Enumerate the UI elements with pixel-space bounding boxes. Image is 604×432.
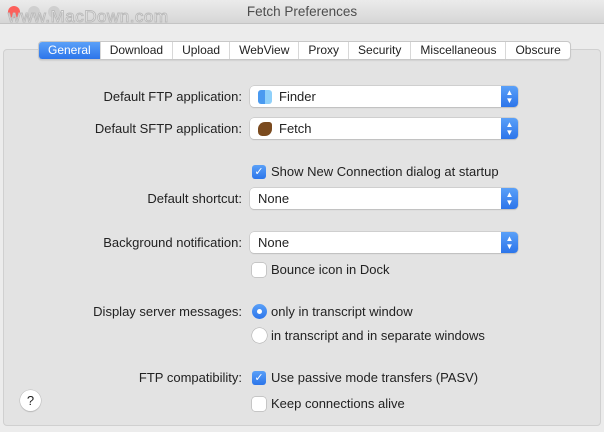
tab-upload[interactable]: Upload — [173, 42, 231, 59]
tab-security[interactable]: Security — [349, 42, 412, 59]
radio-label: only in transcript window — [271, 304, 413, 319]
chevron-updown-icon: ▲ ▼ — [501, 86, 518, 107]
chevron-updown-icon: ▲ ▼ — [501, 188, 518, 209]
sftp-app-label: Default SFTP application: — [94, 121, 242, 136]
keep-alive-checkbox[interactable]: Keep connections alive — [252, 396, 405, 411]
checkbox-label: Use passive mode transfers (PASV) — [271, 370, 479, 385]
checkbox-box — [252, 396, 266, 411]
bg-notification-value: None — [258, 235, 290, 250]
passive-mode-checkbox[interactable]: ✓ Use passive mode transfers (PASV) — [252, 370, 478, 385]
fetch-dog-icon — [258, 121, 272, 136]
watermark: www.MacDown.com — [8, 7, 169, 27]
radio-label: in transcript and in separate windows — [271, 328, 485, 343]
checkbox-box — [252, 262, 266, 277]
sftp-app-value: Fetch — [279, 121, 312, 136]
ftp-app-label: Default FTP application: — [103, 89, 243, 104]
checkbox-label: Keep connections alive — [271, 396, 405, 411]
checkbox-label: Show New Connection dialog at startup — [271, 164, 499, 179]
radio-button — [252, 304, 267, 319]
title-bar: www.MacDown.com Fetch Preferences — [0, 0, 604, 27]
tab-download[interactable]: Download — [101, 42, 174, 59]
tab-proxy[interactable]: Proxy — [299, 42, 350, 59]
radio-transcript-only[interactable]: only in transcript window — [252, 304, 413, 319]
window-title: Fetch Preferences — [246, 4, 358, 19]
bg-notification-label: Background notification: — [103, 235, 242, 250]
tab-webview[interactable]: WebView — [230, 42, 300, 59]
sftp-app-popup[interactable]: Fetch ▲ ▼ — [250, 118, 518, 139]
checkmark-icon: ✓ — [252, 164, 266, 179]
bg-notification-popup[interactable]: None ▲ ▼ — [250, 232, 518, 253]
tab-general[interactable]: General — [39, 42, 101, 59]
shortcut-popup[interactable]: None ▲ ▼ — [250, 188, 518, 209]
finder-icon — [258, 89, 272, 104]
ftp-app-value: Finder — [279, 89, 316, 104]
help-button[interactable]: ? — [20, 390, 41, 411]
show-new-connection-checkbox[interactable]: ✓ Show New Connection dialog at startup — [252, 164, 499, 179]
shortcut-value: None — [258, 191, 290, 206]
checkmark-icon: ✓ — [252, 370, 266, 385]
ftp-app-popup[interactable]: Finder ▲ ▼ — [250, 86, 518, 107]
radio-transcript-and-windows[interactable]: in transcript and in separate windows — [252, 328, 485, 343]
ftp-compat-label: FTP compatibility: — [138, 370, 242, 385]
tab-obscure[interactable]: Obscure — [506, 42, 569, 59]
server-messages-label: Display server messages: — [93, 304, 242, 319]
bounce-icon-checkbox[interactable]: Bounce icon in Dock — [252, 262, 390, 277]
chevron-updown-icon: ▲ ▼ — [501, 118, 518, 139]
shortcut-label: Default shortcut: — [147, 191, 242, 206]
radio-button — [252, 328, 267, 343]
tab-bar: General Download Upload WebView Proxy Se… — [38, 41, 571, 60]
tab-miscellaneous[interactable]: Miscellaneous — [411, 42, 507, 59]
checkbox-label: Bounce icon in Dock — [271, 262, 390, 277]
chevron-updown-icon: ▲ ▼ — [501, 232, 518, 253]
